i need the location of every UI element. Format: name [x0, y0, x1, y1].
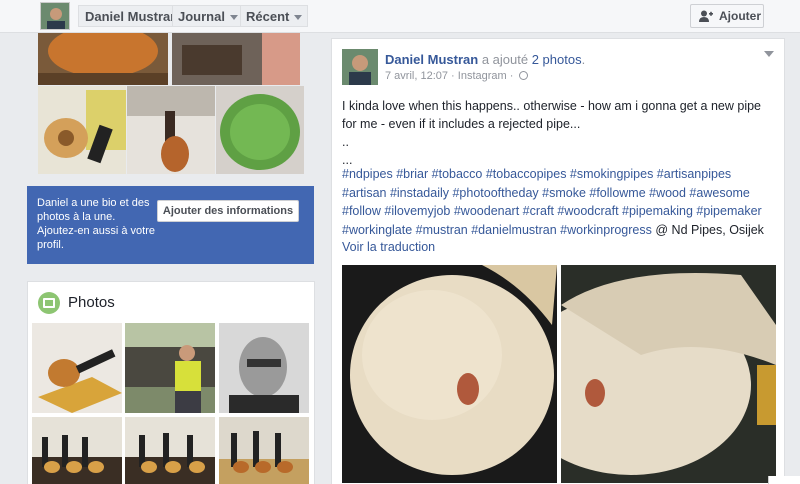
intro-prompt-text: Daniel a une bio et des photos à la une.… [37, 197, 156, 251]
journal-label: Journal [178, 9, 225, 24]
featured-photo[interactable] [38, 86, 126, 174]
post-hashtags: #ndpipes #briar #tobacco #tobaccopipes #… [342, 165, 782, 239]
photos-title: Photos [68, 294, 115, 311]
featured-photo[interactable] [216, 86, 304, 174]
post-location[interactable]: @ Nd Pipes, Osijek [655, 223, 764, 237]
featured-photos [38, 33, 304, 175]
photo-thumbnail[interactable] [32, 323, 122, 413]
post-action-text: a ajouté [481, 52, 529, 67]
post-text-line: for me - even if it includes a rejected … [342, 117, 581, 131]
photo-thumbnail[interactable] [125, 417, 215, 484]
post-source[interactable]: Instagram [458, 70, 507, 82]
scroll-corner [768, 476, 800, 484]
hashtag-line[interactable]: #artisan #instadaily #photooftheday #smo… [342, 184, 782, 203]
see-translation-link[interactable]: Voir la traduction [342, 240, 435, 254]
photos-card: Photos [27, 281, 315, 484]
caret-down-icon [229, 15, 238, 21]
post-timestamp[interactable]: 7 avril, 12:07 [385, 70, 448, 82]
post-author-link[interactable]: Daniel Mustran [385, 52, 478, 67]
add-friend-label: Ajouter [719, 9, 761, 23]
post-header: Daniel Mustran a ajouté 2 photos. [385, 52, 585, 67]
profile-intro-prompt: Daniel a une bio et des photos à la une.… [27, 186, 314, 264]
profile-name-link[interactable]: Daniel Mustran [78, 5, 186, 27]
hashtag-line[interactable]: #follow #ilovemyjob #woodenart #craft #w… [342, 202, 782, 221]
post-photos-link[interactable]: 2 photos [532, 52, 582, 67]
photo-thumbnail[interactable] [219, 323, 309, 413]
post-body-text: I kinda love when this happens.. otherwi… [342, 97, 774, 169]
post-author-avatar[interactable] [342, 49, 378, 85]
post-photo[interactable] [561, 265, 776, 483]
recent-menu[interactable]: Récent [240, 5, 309, 27]
post-options-chevron-icon[interactable] [764, 51, 774, 57]
add-friend-button[interactable]: Ajouter [690, 4, 764, 28]
add-info-button[interactable]: Ajouter des informations [157, 200, 299, 222]
post-text-line: I kinda love when this happens.. otherwi… [342, 99, 762, 113]
photos-icon [38, 292, 60, 314]
add-friend-icon [699, 10, 713, 22]
profile-avatar[interactable] [40, 2, 70, 30]
post-text-line: .. [342, 135, 349, 149]
caret-down-icon [294, 15, 303, 21]
photo-thumbnail[interactable] [125, 323, 215, 413]
hashtag-line[interactable]: #workinglate #mustran #danielmustran #wo… [342, 223, 652, 237]
photo-thumbnail[interactable] [32, 417, 122, 484]
post-action-punct: . [581, 52, 586, 67]
photo-thumbnail[interactable] [219, 417, 309, 484]
featured-photo[interactable] [38, 33, 168, 85]
hashtag-line[interactable]: #ndpipes #briar #tobacco #tobaccopipes #… [342, 165, 782, 184]
post-photo[interactable] [342, 265, 557, 483]
globe-icon[interactable] [518, 71, 528, 80]
meta-separator: · [509, 70, 514, 82]
journal-menu[interactable]: Journal [172, 5, 244, 27]
timeline-post: Daniel Mustran a ajouté 2 photos. 7 avri… [331, 38, 785, 484]
featured-photo[interactable] [127, 86, 215, 174]
recent-label: Récent [246, 9, 290, 24]
meta-separator: · [451, 70, 455, 82]
featured-photo[interactable] [172, 33, 300, 85]
post-meta: 7 avril, 12:07 · Instagram · [385, 70, 528, 82]
profile-top-bar: Daniel Mustran Journal Récent Ajouter [0, 0, 800, 33]
